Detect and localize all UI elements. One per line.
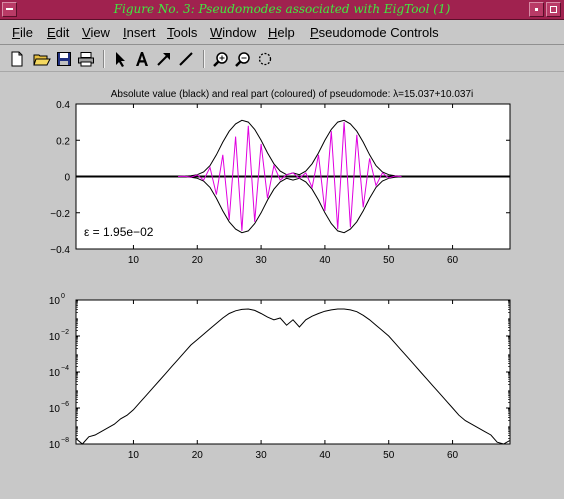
- menu-insert-label: nsert: [126, 25, 156, 40]
- menu-help[interactable]: Help: [268, 25, 295, 40]
- menu-edit-label: dit: [55, 25, 70, 40]
- plot2-axes[interactable]: [75, 299, 511, 445]
- rotate-button[interactable]: [255, 49, 275, 69]
- zoom-in-icon: [213, 52, 228, 67]
- plot2-ytick-label: 10: [49, 296, 61, 307]
- select-tool-button[interactable]: [111, 49, 131, 69]
- menu-window[interactable]: Window: [210, 25, 256, 40]
- save-icon: [57, 52, 71, 66]
- plot1-ytick-label: 0: [64, 173, 70, 184]
- menu-tools[interactable]: Tools: [167, 25, 197, 40]
- plot1-xtick-label: 60: [447, 255, 459, 266]
- toolbar: [0, 46, 564, 72]
- minimize-button[interactable]: [529, 2, 544, 17]
- text-insert-icon: [136, 52, 148, 66]
- plot1-ytick-label: −0.2: [50, 209, 70, 220]
- plot1-title: Absolute value (black) and real part (co…: [111, 89, 473, 100]
- menu-pseudomode-controls-mnemonic: P: [310, 25, 319, 40]
- menu-view-label: iew: [90, 25, 110, 40]
- plot2-xtick-label: 10: [128, 450, 140, 461]
- new-file-button[interactable]: [7, 49, 27, 69]
- menu-help-mnemonic: H: [268, 25, 278, 40]
- toolbar-separator: [203, 50, 205, 68]
- menu-pseudomode-controls[interactable]: Pseudomode Controls: [310, 25, 439, 40]
- menu-file[interactable]: File: [12, 25, 33, 40]
- plot2-xtick-label: 60: [447, 450, 459, 461]
- print-icon: [78, 52, 94, 67]
- epsilon-annotation: ε = 1.95e−02: [84, 225, 154, 239]
- line-draw-icon: [179, 52, 193, 66]
- plot1-xtick-label: 30: [256, 255, 268, 266]
- menu-pseudomode-controls-label: seudomode Controls: [318, 25, 439, 40]
- window-titlebar[interactable]: Figure No. 3: Pseudomodes associated wit…: [0, 0, 564, 20]
- plot1-ytick-label: 0.4: [56, 100, 70, 111]
- menu-tools-label: ools: [173, 25, 198, 40]
- menu-window-mnemonic: W: [210, 25, 223, 40]
- menu-bar: File Edit View Insert Tools Window Help …: [0, 21, 564, 45]
- rotate-icon: [258, 52, 272, 66]
- plot2-xtick-label: 20: [192, 450, 204, 461]
- open-folder-icon: [33, 54, 51, 66]
- toolbar-separator: [103, 50, 105, 68]
- plot1-xtick-label: 40: [319, 255, 331, 266]
- plot2-ytick-exponent: −2: [61, 329, 69, 336]
- plot2-ytick-label: 10: [49, 368, 61, 379]
- insert-arrow-button[interactable]: [154, 49, 174, 69]
- figure-svg: Absolute value (black) and real part (co…: [49, 89, 511, 461]
- zoom-in-button[interactable]: [211, 49, 231, 69]
- plot2-ytick-exponent: −8: [61, 437, 69, 444]
- zoom-out-button[interactable]: [233, 49, 253, 69]
- menu-edit-mnemonic: E: [47, 25, 56, 40]
- plot2-ytick-exponent: −6: [61, 401, 69, 408]
- plot2-ytick-label: 10: [49, 440, 61, 451]
- plot2-xtick-label: 40: [319, 450, 331, 461]
- open-file-button[interactable]: [32, 49, 52, 69]
- plot2-ytick-exponent: 0: [61, 293, 65, 300]
- plot1-xtick-label: 20: [192, 255, 204, 266]
- plot1-ytick-label: 0.2: [56, 136, 70, 147]
- window-title: Figure No. 3: Pseudomodes associated wit…: [113, 2, 451, 16]
- arrow-pointer-icon: [116, 52, 125, 67]
- plot2-xtick-label: 30: [256, 450, 268, 461]
- maximize-icon: [550, 6, 557, 13]
- plot2-ytick-label: 10: [49, 332, 61, 343]
- menu-help-label: elp: [277, 25, 295, 40]
- menu-view[interactable]: View: [82, 25, 110, 40]
- menu-insert[interactable]: Insert: [123, 25, 156, 40]
- arrow-draw-icon: [157, 53, 170, 66]
- insert-line-button[interactable]: [176, 49, 196, 69]
- menu-file-label: ile: [19, 25, 33, 40]
- print-button[interactable]: [76, 49, 96, 69]
- plot1-ytick-label: −0.4: [50, 245, 70, 256]
- minimize-icon: [535, 8, 538, 11]
- maximize-button[interactable]: [546, 2, 561, 17]
- plot1-xtick-label: 10: [128, 255, 140, 266]
- insert-text-button[interactable]: [132, 49, 152, 69]
- plot2-xtick-label: 50: [383, 450, 395, 461]
- plot2-ytick-exponent: −4: [61, 365, 69, 372]
- figure-canvas: Absolute value (black) and real part (co…: [0, 73, 564, 499]
- save-button[interactable]: [54, 49, 74, 69]
- zoom-out-icon: [235, 52, 250, 67]
- plot1-xtick-label: 50: [383, 255, 395, 266]
- menu-window-label: indow: [222, 25, 257, 40]
- new-file-icon: [11, 51, 23, 67]
- plot2-ytick-label: 10: [49, 404, 61, 415]
- menu-file-mnemonic: F: [12, 25, 20, 40]
- menu-edit[interactable]: Edit: [47, 25, 69, 40]
